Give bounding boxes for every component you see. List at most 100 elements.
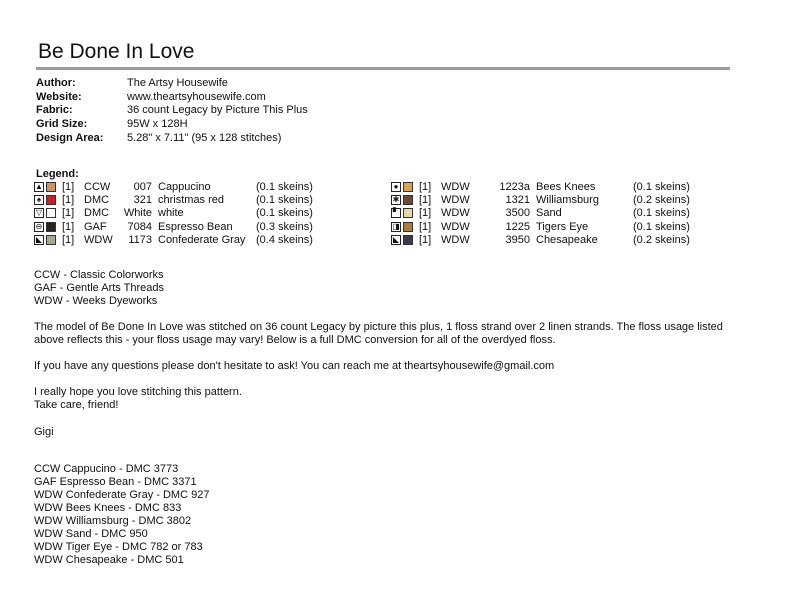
floss-quantity: (0.3 skeins) [256, 220, 313, 233]
conversion-line: WDW Confederate Gray - DMC 927 [34, 489, 210, 501]
strand-count: [1] [62, 194, 75, 207]
info-label: Fabric: [36, 104, 73, 117]
floss-number: 321 [133, 194, 152, 207]
floss-quantity: (0.4 skeins) [256, 234, 313, 247]
conversion-line: WDW Chesapeake - DMC 501 [34, 554, 184, 566]
info-row-website: Website: www.theartsyhousewife.com [36, 91, 308, 105]
floss-brand: WDW [441, 194, 470, 207]
stitch-symbol-icon: ▘ [391, 208, 401, 219]
usage-paragraph: The model of Be Done In Love was stitche… [34, 321, 774, 347]
floss-quantity: (0.1 skeins) [633, 180, 690, 193]
floss-quantity: (0.1 skeins) [633, 220, 690, 233]
floss-quantity: (0.2 skeins) [633, 194, 690, 207]
floss-brand: GAF [84, 220, 107, 233]
floss-name: Williamsburg [536, 194, 599, 207]
closing-line: Take care, friend! [34, 399, 119, 411]
stitch-symbol-icon: ⊖ [34, 221, 44, 232]
legend-row: ◣ [1] WDW 1173 Confederate Gray (0.4 skeins) [34, 234, 313, 247]
stitch-symbol-icon: ♠ [34, 195, 44, 206]
color-swatch [403, 221, 413, 232]
strand-count: [1] [62, 220, 75, 233]
strand-count: [1] [419, 180, 432, 193]
strand-count: [1] [419, 194, 432, 207]
floss-brand: WDW [441, 180, 470, 193]
legend-row: ✱ [1] WDW 1321 Williamsburg (0.2 skeins) [391, 193, 690, 206]
info-row-author: Author: The Artsy Housewife [36, 77, 308, 91]
floss-brand: WDW [441, 207, 470, 220]
color-swatch [46, 208, 56, 219]
stitch-symbol-icon: ◣ [34, 235, 44, 246]
floss-name: Cappucino [158, 180, 211, 193]
info-label: Design Area: [36, 131, 104, 144]
floss-brand: CCW [84, 180, 111, 193]
legend-left-column: ▲ [1] CCW 007 Cappucino (0.1 skeins) ♠ [1] DMC 32… [34, 180, 313, 247]
conversion-line: WDW Tiger Eye - DMC 782 or 783 [34, 541, 203, 553]
legend-row: ⊖ [1] GAF 7084 Espresso Bean (0.3 skeins) [34, 220, 313, 233]
floss-name: white [158, 207, 184, 220]
info-value: 36 count Legacy by Picture This Plus [127, 104, 308, 117]
abbreviations-list: CCW - Classic Colorworks GAF - Gentle Ar… [34, 269, 774, 308]
floss-quantity: (0.1 skeins) [256, 180, 313, 193]
dmc-conversion-list: CCW Cappucino - DMC 3773 GAF Espresso Be… [34, 463, 774, 567]
legend-row: ▽ [1] DMC White white (0.1 skeins) [34, 207, 313, 220]
floss-name: Confederate Gray [158, 234, 246, 247]
legend-right-column: ● [1] WDW 1223a Bees Knees (0.1 skeins) ✱ [1] WD… [391, 180, 690, 247]
legend-row: ▘ [1] WDW 3500 Sand (0.1 skeins) [391, 207, 690, 220]
conversion-line: CCW Cappucino - DMC 3773 [34, 463, 179, 475]
stitch-symbol-icon: ◣ [391, 235, 401, 246]
floss-quantity: (0.2 skeins) [633, 234, 690, 247]
floss-number: 3500 [505, 207, 530, 220]
conversion-line: WDW Sand - DMC 950 [34, 528, 148, 540]
info-row-grid-size: Grid Size: 95W x 128H [36, 118, 308, 132]
floss-name: Chesapeake [536, 234, 598, 247]
floss-quantity: (0.1 skeins) [633, 207, 690, 220]
floss-number: 1225 [505, 220, 530, 233]
strand-count: [1] [62, 180, 75, 193]
floss-brand: WDW [84, 234, 113, 247]
floss-number: 7084 [127, 220, 152, 233]
stitch-symbol-icon: ▽ [34, 208, 44, 219]
closing-line: I really hope you love stitching this pa… [34, 386, 242, 398]
legend-row: ◨ [1] WDW 1225 Tigers Eye (0.1 skeins) [391, 220, 690, 233]
color-swatch [46, 221, 56, 232]
pattern-info: Author: The Artsy Housewife Website: www… [36, 77, 308, 146]
paragraph-line: The model of Be Done In Love was stitche… [34, 321, 723, 333]
info-value: The Artsy Housewife [127, 77, 228, 89]
stitch-symbol-icon: ◨ [391, 221, 401, 232]
strand-count: [1] [419, 207, 432, 220]
floss-name: Sand [536, 207, 562, 220]
info-value: 5.28" x 7.11" (95 x 128 stitches) [127, 131, 282, 144]
info-row-design-area: Design Area: 5.28" x 7.11" (95 x 128 sti… [36, 132, 308, 146]
floss-brand: DMC [84, 207, 110, 220]
floss-quantity: (0.1 skeins) [256, 194, 313, 207]
floss-number: 3950 [505, 234, 530, 247]
legend-row: ◣ [1] WDW 3950 Chesapeake (0.2 skeins) [391, 234, 690, 247]
floss-name: Bees Knees [536, 180, 596, 193]
abbreviation-line: GAF - Gentle Arts Threads [34, 282, 165, 294]
info-label: Author: [36, 77, 76, 89]
legend-row: ♠ [1] DMC 321 christmas red (0.1 skeins) [34, 193, 313, 206]
abbreviation-line: CCW - Classic Colorworks [34, 269, 164, 281]
stitch-symbol-icon: ▲ [34, 181, 44, 192]
info-value: 95W x 128H [127, 118, 188, 131]
closing-paragraph: I really hope you love stitching this pa… [34, 386, 774, 412]
color-swatch [46, 181, 56, 192]
conversion-line: GAF Espresso Bean - DMC 3371 [34, 476, 197, 488]
info-label: Website: [36, 90, 82, 103]
info-label: Grid Size: [36, 118, 88, 131]
stitch-symbol-icon: ● [391, 181, 401, 192]
floss-brand: WDW [441, 220, 470, 233]
color-swatch [403, 195, 413, 206]
color-swatch [46, 235, 56, 246]
floss-name: christmas red [158, 194, 225, 207]
floss-number: 1173 [128, 234, 152, 247]
strand-count: [1] [62, 207, 75, 220]
floss-quantity: (0.1 skeins) [256, 207, 313, 220]
floss-number: 1223a [499, 180, 530, 193]
contact-paragraph: If you have any questions please don't h… [34, 360, 555, 372]
floss-number: 1321 [505, 194, 530, 207]
color-swatch [403, 181, 413, 192]
floss-number: White [123, 207, 152, 220]
floss-name: Tigers Eye [536, 220, 589, 233]
signature: Gigi [34, 426, 54, 438]
